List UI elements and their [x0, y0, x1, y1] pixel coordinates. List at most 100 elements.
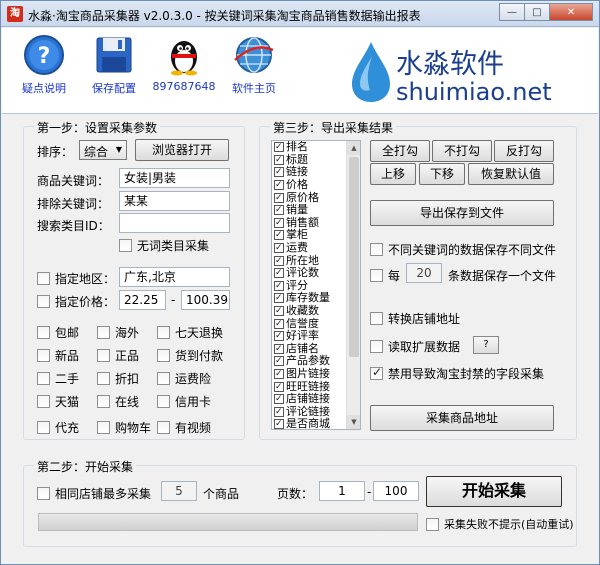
export-field-label: 链接: [286, 165, 308, 179]
pages-from-input[interactable]: 1: [319, 481, 365, 501]
scroll-down-icon[interactable]: ▼: [347, 415, 360, 429]
homepage-tool[interactable]: 软件主页: [222, 34, 286, 96]
filter-checkbox-shipping-insurance[interactable]: 运费险: [157, 370, 211, 387]
scrollbar-thumb[interactable]: [349, 157, 359, 357]
same-shop-limit-label: 相同店铺最多采集: [55, 487, 152, 501]
qq-tool[interactable]: 897687648: [152, 34, 216, 93]
checkbox-box: [426, 517, 439, 531]
checkbox-box: [157, 326, 170, 339]
region-checkbox[interactable]: 指定地区：: [37, 270, 115, 287]
sort-select[interactable]: 综合 ▼: [79, 140, 127, 160]
per-file-suffix: 条数据保存一个文件: [448, 269, 557, 283]
select-none-button[interactable]: 不打勾: [432, 140, 492, 162]
list-scrollbar[interactable]: ▲ ▼: [346, 141, 360, 429]
checkbox-box: [370, 243, 383, 256]
export-field-label: 好评率: [286, 329, 319, 343]
filter-label: 折扣: [115, 372, 140, 386]
read-extended-data-checkbox[interactable]: 读取扩展数据: [370, 338, 460, 355]
filter-label: 新品: [55, 349, 80, 363]
checkbox-box: [274, 166, 284, 178]
filter-checkbox-free-shipping[interactable]: 包邮: [37, 324, 79, 341]
export-field-label: 产品参数: [286, 354, 330, 368]
filter-checkbox-discount[interactable]: 折扣: [97, 370, 139, 387]
minimize-button[interactable]: —: [499, 3, 525, 21]
checkbox-box: [274, 141, 284, 153]
invert-selection-button[interactable]: 反打勾: [494, 140, 554, 162]
scroll-up-icon[interactable]: ▲: [347, 141, 360, 155]
help-tool[interactable]: ? 疑点说明: [12, 34, 76, 96]
no-category-label: 无词类目采集: [137, 239, 210, 253]
start-collect-button[interactable]: 开始采集: [426, 476, 562, 507]
filter-checkbox-tmall[interactable]: 天猫: [37, 393, 79, 410]
region-input[interactable]: 广东,北京: [119, 267, 230, 287]
maximize-button[interactable]: □: [524, 3, 550, 21]
filter-checkbox-video[interactable]: 有视频: [157, 419, 211, 436]
convert-shop-url-label: 转换店铺地址: [388, 312, 461, 326]
checkbox-box: [370, 269, 383, 282]
filter-checkbox-cart[interactable]: 购物车: [97, 419, 151, 436]
filter-checkbox-used[interactable]: 二手: [37, 370, 79, 387]
export-fields-list[interactable]: 排名标题链接价格原价格销量销售额掌柜运费所在地评论数评分库存数量收藏数信誉度好评…: [271, 140, 361, 430]
checkbox-box: [274, 418, 284, 429]
filter-checkbox-cod[interactable]: 货到付款: [157, 347, 223, 364]
checkbox-box: [274, 318, 284, 330]
export-file-button[interactable]: 导出保存到文件: [370, 200, 554, 226]
qq-number-label: 897687648: [152, 80, 216, 93]
globe-icon: [234, 37, 274, 73]
per-file-checkbox[interactable]: 每: [370, 267, 400, 284]
save-config-tool[interactable]: 保存配置: [82, 34, 146, 96]
no-category-checkbox[interactable]: 无词类目采集: [119, 237, 209, 254]
checkbox-box: [157, 372, 170, 385]
filter-checkbox-new[interactable]: 新品: [37, 347, 79, 364]
export-field-label: 运费: [286, 241, 308, 255]
svg-text:?: ?: [38, 44, 51, 69]
filter-checkbox-overseas[interactable]: 海外: [97, 324, 139, 341]
per-file-count-input[interactable]: 20: [406, 263, 442, 283]
filter-label: 天猫: [55, 395, 80, 409]
diff-keyword-files-checkbox[interactable]: 不同关键词的数据保存不同文件: [370, 241, 556, 258]
filter-label: 有视频: [175, 421, 212, 435]
save-config-label: 保存配置: [92, 82, 136, 95]
extended-data-help-button[interactable]: ?: [473, 336, 499, 354]
price-max-input[interactable]: 100.39: [181, 290, 230, 310]
filter-checkbox-genuine[interactable]: 正品: [97, 347, 139, 364]
price-label: 指定价格：: [55, 295, 116, 309]
checkbox-box: [370, 340, 383, 353]
keyword-label: 商品关键词：: [37, 174, 110, 188]
filter-checkbox-online[interactable]: 在线: [97, 393, 139, 410]
restore-default-button[interactable]: 恢复默认值: [468, 163, 554, 185]
brand-logo: 水淼软件 shuimiao.net: [346, 38, 596, 108]
diff-keyword-files-label: 不同关键词的数据保存不同文件: [388, 243, 557, 257]
same-shop-limit-checkbox[interactable]: 相同店铺最多采集: [37, 485, 151, 502]
browser-open-button[interactable]: 浏览器打开: [135, 139, 229, 161]
disable-banned-fields-checkbox[interactable]: 禁用导致淘宝封禁的字段采集: [370, 365, 544, 382]
convert-shop-url-checkbox[interactable]: 转换店铺地址: [370, 310, 460, 327]
homepage-label: 软件主页: [232, 82, 276, 95]
sort-select-value: 综合: [84, 145, 109, 159]
export-field-label: 收藏数: [286, 304, 319, 318]
no-fail-prompt-checkbox[interactable]: 采集失败不提示(自动重试): [426, 516, 574, 532]
filter-checkbox-7day-return[interactable]: 七天退换: [157, 324, 223, 341]
price-min-input[interactable]: 22.25: [119, 290, 166, 310]
select-all-button[interactable]: 全打勾: [370, 140, 430, 162]
category-id-input[interactable]: [119, 213, 230, 233]
keyword-input[interactable]: 女装|男装: [119, 168, 230, 188]
title-bar: 淘 水淼·淘宝商品采集器 v2.0.3.0 - 按关键词采集淘宝商品销售数据输出…: [1, 1, 599, 27]
filter-label: 正品: [115, 349, 140, 363]
export-field-label: 库存数量: [286, 291, 330, 305]
move-down-button[interactable]: 下移: [419, 163, 465, 185]
filter-checkbox-credit-card[interactable]: 信用卡: [157, 393, 211, 410]
collect-progress-bar: [38, 513, 418, 531]
price-checkbox[interactable]: 指定价格：: [37, 293, 115, 310]
pages-to-input[interactable]: 100: [373, 481, 419, 501]
collect-product-urls-button[interactable]: 采集商品地址: [370, 405, 554, 431]
checkbox-box: [274, 229, 284, 241]
close-button[interactable]: ✕: [549, 3, 593, 21]
checkbox-box: [274, 280, 284, 292]
window-title: 水淼·淘宝商品采集器 v2.0.3.0 - 按关键词采集淘宝商品销售数据输出报表: [28, 9, 421, 23]
same-shop-limit-input[interactable]: 5: [161, 481, 197, 501]
exclude-keyword-input[interactable]: 某某: [119, 191, 230, 211]
move-up-button[interactable]: 上移: [370, 163, 416, 185]
checkbox-box: [274, 368, 284, 380]
filter-checkbox-recharge[interactable]: 代充: [37, 419, 79, 436]
